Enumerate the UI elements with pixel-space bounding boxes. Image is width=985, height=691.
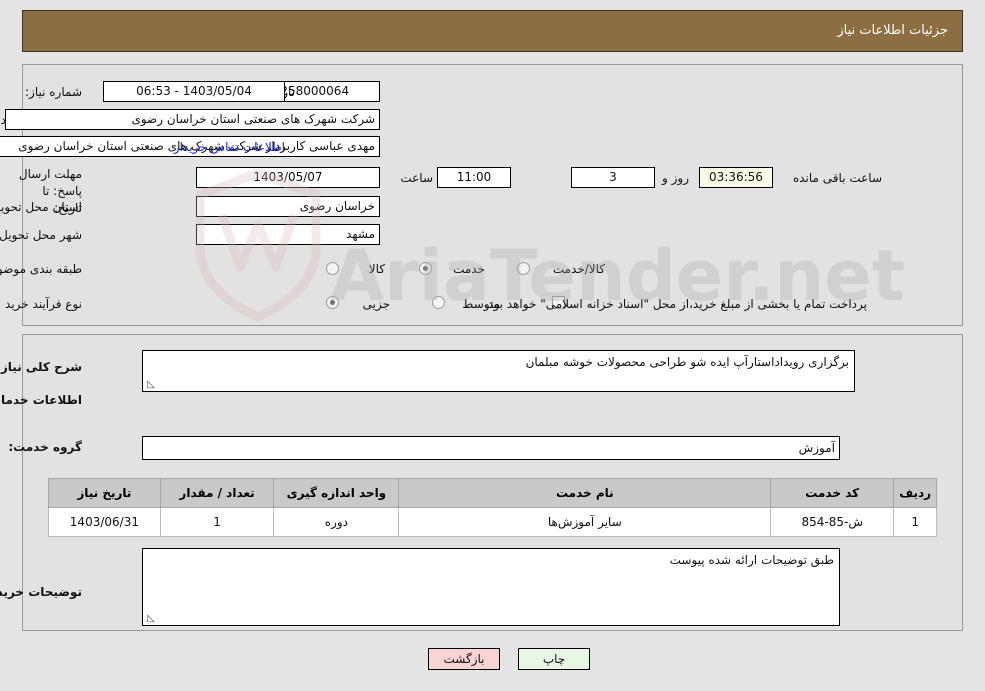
radio-process-jozei-label: جزیی [362, 297, 390, 311]
delivery-city-value: مشهد [196, 224, 380, 245]
radio-category-khedmat-label: خدمت [453, 262, 485, 276]
resize-grip-icon-notes[interactable]: ◺ [145, 614, 155, 624]
table-row: 1 ش-85-854 سایر آموزش‌ها دوره 1 1403/06/… [48, 507, 937, 537]
radio-category-kala-khedmat[interactable] [517, 262, 530, 275]
radio-category-kala-label: کالا [368, 262, 385, 276]
delivery-province-label: استان محل تحویل: [0, 200, 82, 214]
col-quantity: تعداد / مقدار [159, 478, 275, 508]
col-row-number: ردیف [893, 478, 937, 508]
radio-category-kala[interactable] [326, 262, 339, 275]
radio-category-khedmat[interactable] [419, 262, 432, 275]
buyer-notes-textarea[interactable]: طبق توضیحات ارائه شده پیوست ◺ [142, 548, 840, 626]
buyer-org-value: شرکت شهرک های صنعتی استان خراسان رضوی [5, 109, 380, 130]
cell-need-date: 1403/06/31 [48, 507, 161, 537]
need-number-label: شماره نیاز: [25, 85, 82, 99]
page-header-bar: جزئیات اطلاعات نیاز [22, 10, 963, 52]
need-description-value: برگزاری رویداداستارآپ ایده شو طراحی محصو… [525, 355, 849, 369]
back-button[interactable]: بازگشت [428, 648, 500, 670]
remaining-days-value: 3 [571, 167, 655, 188]
col-service-name: نام خدمت [398, 478, 772, 508]
cell-service-code: ش-85-854 [770, 507, 895, 537]
buyer-notes-value: طبق توضیحات ارائه شده پیوست [669, 553, 834, 567]
radio-process-jozei[interactable] [326, 296, 339, 309]
col-service-code: کد خدمت [770, 478, 895, 508]
resize-grip-icon[interactable]: ◺ [145, 380, 155, 390]
service-items-table: ردیف کد خدمت نام خدمت واحد اندازه گیری ت… [48, 478, 937, 537]
announce-datetime-value: 1403/05/04 - 06:53 [103, 81, 285, 102]
buyer-contact-link[interactable]: اطلاعات تماس خریدار [174, 140, 285, 154]
radio-category-kala-khedmat-label: کالا/خدمت [552, 262, 605, 276]
radio-process-motavasset[interactable] [432, 296, 445, 309]
service-group-value: آموزش [142, 436, 840, 460]
days-word-label: روز و [662, 171, 689, 185]
services-section-heading: اطلاعات خدمات مورد نیاز [0, 393, 82, 407]
col-need-date: تاریخ نیاز [48, 478, 161, 508]
buyer-notes-label: توضیحات خریدار: [0, 585, 82, 599]
subject-category-label: طبقه بندی موضوعی: [0, 262, 82, 276]
col-unit: واحد اندازه گیری [273, 478, 400, 508]
deadline-time-label: ساعت [400, 171, 433, 185]
delivery-city-label: شهر محل تحویل: [0, 228, 82, 242]
cell-row-number: 1 [893, 507, 937, 537]
need-description-label: شرح کلی نیاز: [0, 360, 82, 374]
print-button[interactable]: چاپ [518, 648, 590, 670]
page-title: جزئیات اطلاعات نیاز [837, 23, 948, 38]
table-header-row: ردیف کد خدمت نام خدمت واحد اندازه گیری ت… [48, 478, 937, 508]
deadline-date-value: 1403/05/07 [196, 167, 380, 188]
remaining-hours-label: ساعت باقی مانده [792, 171, 882, 185]
service-group-label: گروه خدمت: [8, 440, 82, 454]
deadline-time-value: 11:00 [437, 167, 511, 188]
treasury-docs-note: پرداخت تمام یا بخشی از مبلغ خرید،از محل … [484, 297, 867, 311]
need-description-textarea[interactable]: برگزاری رویداداستارآپ ایده شو طراحی محصو… [142, 350, 855, 392]
need-summary-panel [22, 64, 963, 326]
cell-unit: دوره [273, 507, 400, 537]
countdown-value: 03:36:56 [699, 167, 773, 188]
purchase-process-label: نوع فرآیند خرید : [0, 297, 82, 311]
cell-quantity: 1 [159, 507, 275, 537]
delivery-province-value: خراسان رضوی [196, 196, 380, 217]
cell-service-name: سایر آموزش‌ها [398, 507, 772, 537]
